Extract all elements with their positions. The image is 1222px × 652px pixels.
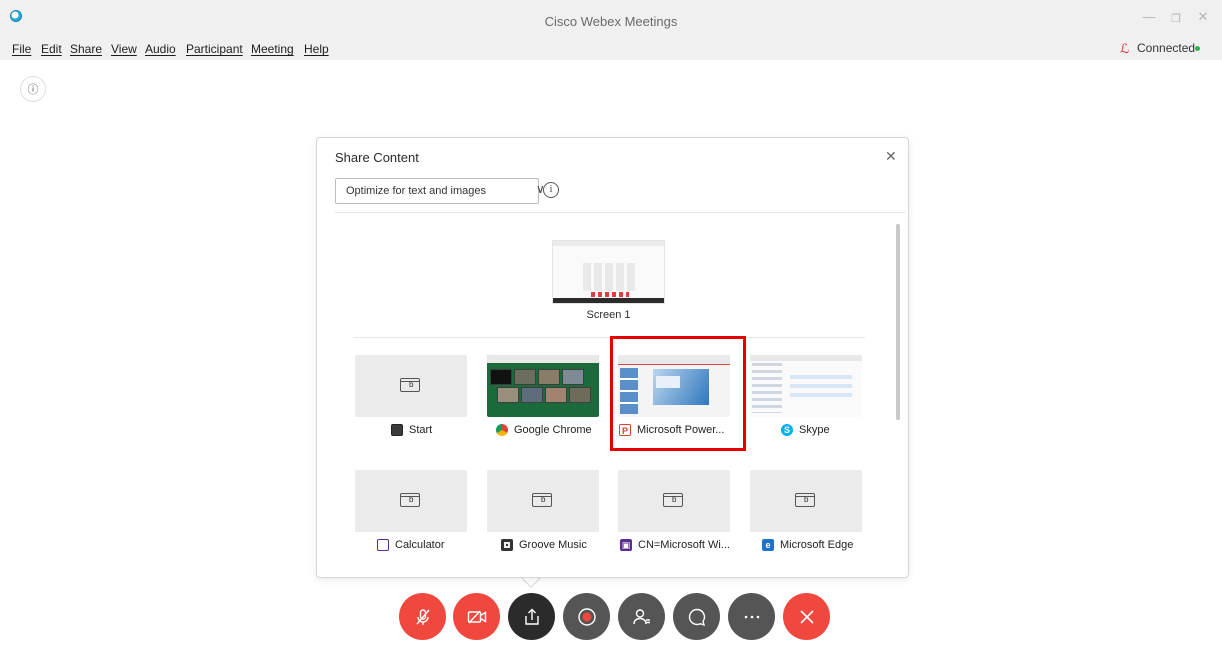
mute-button[interactable]	[399, 593, 446, 640]
screen-1-thumbnail[interactable]	[552, 240, 665, 304]
meeting-info-icon[interactable]: ⓘ	[20, 76, 46, 102]
app-tile-google-chrome[interactable]	[487, 355, 599, 417]
close-icon	[799, 609, 814, 624]
scrollbar[interactable]	[896, 224, 900, 420]
start-icon	[391, 424, 403, 436]
share-button[interactable]	[508, 593, 555, 640]
divider	[353, 337, 865, 338]
app-tile-groove-music[interactable]	[487, 470, 599, 532]
app-name: Google Chrome	[514, 424, 592, 436]
app-name: Calculator	[395, 539, 445, 551]
groove-music-icon	[501, 539, 513, 551]
video-button[interactable]	[453, 593, 500, 640]
share-icon	[524, 608, 539, 625]
menu-view[interactable]: View	[111, 42, 137, 56]
chat-icon	[688, 608, 705, 626]
window-title: Cisco Webex Meetings	[544, 14, 678, 29]
video-off-icon	[467, 610, 486, 623]
menu-audio[interactable]: Audio	[145, 42, 176, 56]
window-icon	[532, 493, 552, 507]
app-tile-start[interactable]	[355, 355, 467, 417]
connection-icon: ℒ	[1120, 41, 1130, 56]
participants-button[interactable]	[618, 593, 665, 640]
app-label-cn-microsoft-windows[interactable]: ▣ CN=Microsoft Wi...	[620, 537, 730, 553]
menu-meeting[interactable]: Meeting	[251, 42, 294, 56]
chat-button[interactable]	[673, 593, 720, 640]
app-tile-cn-microsoft-windows[interactable]	[618, 470, 730, 532]
window-icon	[795, 493, 815, 507]
restore-button[interactable]: ❐	[1168, 12, 1184, 25]
window-icon	[663, 493, 683, 507]
participants-icon	[632, 608, 650, 624]
menu-participant[interactable]: Participant	[186, 42, 243, 56]
app-installer-icon: ▣	[620, 539, 632, 551]
record-icon	[577, 607, 596, 626]
more-button[interactable]	[728, 593, 775, 640]
more-icon	[744, 615, 759, 618]
app-tile-microsoft-edge[interactable]	[750, 470, 862, 532]
connection-status[interactable]: Connected	[1137, 41, 1195, 55]
app-label-start[interactable]: Start	[391, 422, 432, 438]
app-name: Start	[409, 424, 433, 436]
minimize-button[interactable]: —	[1141, 9, 1157, 24]
info-icon[interactable]: i	[543, 182, 559, 198]
skype-icon: S	[781, 424, 793, 436]
app-tile-skype[interactable]	[750, 355, 862, 417]
calculator-icon	[377, 539, 389, 551]
window-icon	[400, 493, 420, 507]
app-name: Groove Music	[519, 539, 587, 551]
close-window-button[interactable]: ✕	[1195, 9, 1211, 25]
edge-icon: e	[762, 539, 774, 551]
selection-highlight	[610, 336, 746, 451]
screen-1-label[interactable]: Screen 1	[552, 309, 665, 321]
title-bar: Cisco Webex Meetings — ❐ ✕	[0, 0, 1222, 38]
app-name: Microsoft Edge	[780, 539, 854, 551]
app-label-calculator[interactable]: Calculator	[377, 537, 445, 553]
app-label-google-chrome[interactable]: Google Chrome	[496, 422, 592, 438]
optimize-dropdown[interactable]: Optimize for text and images ∨	[335, 178, 545, 204]
connected-dot-icon	[1195, 46, 1200, 51]
app-name: Skype	[799, 424, 830, 436]
close-icon[interactable]: ✕	[885, 148, 897, 165]
divider	[335, 212, 905, 213]
app-label-skype[interactable]: S Skype	[781, 422, 830, 438]
dialog-title: Share Content	[335, 150, 419, 165]
menu-help[interactable]: Help	[304, 42, 329, 56]
leave-meeting-button[interactable]	[783, 593, 830, 640]
app-label-microsoft-edge[interactable]: e Microsoft Edge	[762, 537, 853, 553]
menu-share[interactable]: Share	[70, 42, 102, 56]
menu-file[interactable]: File	[12, 42, 31, 56]
optimize-selected-value: Optimize for text and images	[346, 185, 487, 197]
app-name: CN=Microsoft Wi...	[638, 539, 730, 551]
chrome-icon	[496, 424, 508, 436]
menu-edit[interactable]: Edit	[41, 42, 62, 56]
app-tile-calculator[interactable]	[355, 470, 467, 532]
microphone-muted-icon	[415, 608, 430, 625]
app-label-groove-music[interactable]: Groove Music	[501, 537, 587, 553]
window-icon	[400, 378, 420, 392]
menu-bar: File Edit Share View Audio Participant M…	[0, 38, 1222, 60]
record-button[interactable]	[563, 593, 610, 640]
